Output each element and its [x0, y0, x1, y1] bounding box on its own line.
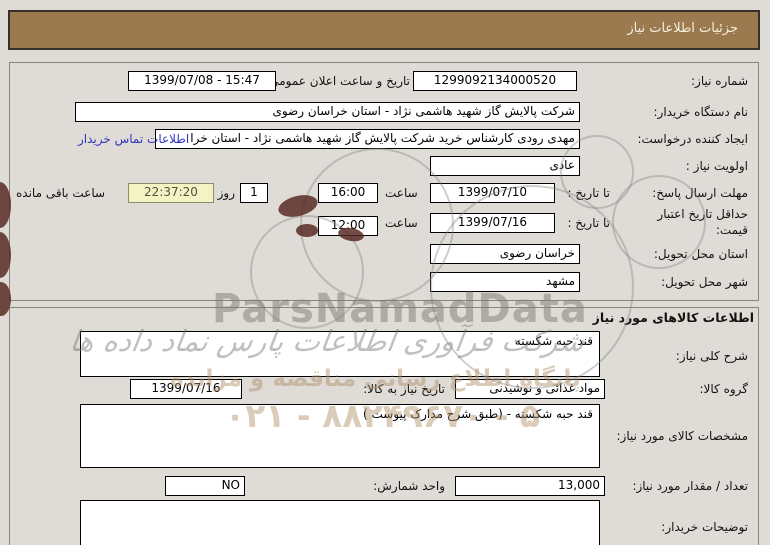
hours-remaining-label: ساعت باقی مانده: [16, 186, 106, 200]
buyer-org-label: نام دستگاه خریدار:: [653, 105, 749, 119]
need-date-input[interactable]: 1399/07/16: [130, 379, 242, 399]
buyer-notes-textarea[interactable]: [80, 500, 600, 545]
need-info-panel: [9, 62, 759, 301]
buyer-contact-link[interactable]: اطلاعات تماس خریدار: [78, 132, 189, 146]
goods-group-input[interactable]: مواد غذائی و نوشیدنی: [455, 379, 605, 399]
delivery-city-input[interactable]: مشهد: [430, 272, 580, 292]
request-creator-label: ایجاد کننده درخواست:: [637, 132, 748, 146]
page-title: جزئیات اطلاعات نیاز: [627, 21, 738, 36]
reply-date-input[interactable]: 1399/07/10: [430, 183, 555, 203]
countdown-timer: 22:37:20: [128, 183, 214, 203]
announce-datetime-input[interactable]: 1399/07/08 - 15:47: [128, 71, 276, 91]
price-until-date-label: تا تاریخ :: [567, 216, 610, 230]
reply-deadline-label: مهلت ارسال پاسخ:: [652, 186, 748, 200]
reply-time-input[interactable]: 16:00: [318, 183, 378, 203]
price-hour-label: ساعت: [385, 216, 418, 230]
general-desc-label: شرح کلی نیاز:: [675, 349, 748, 363]
quantity-label: تعداد / مقدار مورد نیاز:: [632, 479, 748, 493]
price-validity-label-line2: قیمت:: [715, 223, 748, 237]
unit-input[interactable]: NO: [165, 476, 245, 496]
general-desc-textarea[interactable]: قند حبه شکسته: [80, 331, 600, 377]
need-number-input[interactable]: 1299092134000520: [413, 71, 577, 91]
priority-input[interactable]: عادی: [430, 156, 580, 176]
buyer-notes-label: توضیحات خریدار:: [661, 520, 748, 534]
goods-group-label: گروه کالا:: [699, 382, 749, 396]
delivery-province-input[interactable]: خراسان رضوی: [430, 244, 580, 264]
need-number-label: شماره نیاز:: [691, 74, 748, 88]
remaining-days-input[interactable]: 1: [240, 183, 268, 203]
request-creator-input[interactable]: مهدی رودی کارشناس خرید شرکت پالایش گاز ش…: [155, 129, 580, 149]
price-validity-label-line1: حداقل تاریخ اعتبار: [657, 207, 748, 221]
specs-textarea[interactable]: قند حبه شکسته - (طبق شرح مدارک پیوست ): [80, 404, 600, 468]
goods-section-title: اطلاعات کالاهای مورد نیاز: [592, 310, 754, 325]
delivery-province-label: استان محل تحویل:: [653, 247, 748, 261]
unit-label: واحد شمارش:: [373, 479, 445, 493]
announce-datetime-label: تاریخ و ساعت اعلان عمومی:: [265, 74, 410, 88]
quantity-input[interactable]: 13,000: [455, 476, 605, 496]
need-details-page: جزئیات اطلاعات نیاز شماره نیاز: 12990921…: [0, 0, 770, 545]
reply-until-date-label: تا تاریخ :: [567, 186, 610, 200]
details-header-bar: جزئیات اطلاعات نیاز: [8, 10, 760, 50]
price-time-input[interactable]: 12:00: [318, 216, 378, 236]
delivery-city-label: شهر محل تحویل:: [661, 275, 748, 289]
specs-label: مشخصات کالای مورد نیاز:: [616, 429, 748, 443]
priority-label: اولویت نیاز :: [685, 159, 748, 173]
buyer-org-input[interactable]: شرکت پالایش گاز شهید هاشمی نژاد - استان …: [75, 102, 580, 122]
price-date-input[interactable]: 1399/07/16: [430, 213, 555, 233]
reply-hour-label: ساعت: [385, 186, 418, 200]
need-date-label: تاریخ نیاز به کالا:: [363, 382, 445, 396]
